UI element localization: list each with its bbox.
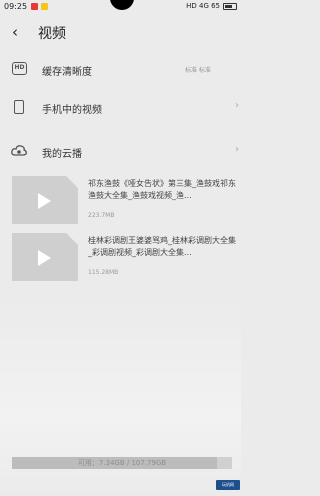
storage-bar: 可用：7.34GB / 107.79GB [12, 457, 232, 469]
camera-notch [110, 0, 134, 10]
cache-quality-value: 标准 标准 [185, 67, 211, 74]
battery-icon [223, 2, 237, 10]
video-thumbnail [12, 176, 78, 224]
phone-videos-row[interactable]: 手机中的视频 › [0, 96, 241, 120]
cloud-row[interactable]: 我的云播 › [0, 140, 241, 164]
chevron-right-icon: › [235, 144, 239, 155]
cloud-label: 我的云播 [42, 149, 82, 160]
notification-icon [31, 3, 38, 10]
page-title: 视频 [38, 26, 66, 42]
play-icon [38, 250, 51, 266]
watermark-logo: 玩机网 [216, 480, 240, 490]
video-item[interactable]: 桂林彩调剧王婆婆骂鸡_桂林彩调剧大全集_彩调剧视频_彩调剧大全集... 115.… [0, 233, 241, 289]
cache-quality-row[interactable]: HD 缓存清晰度 标准 标准 [0, 58, 241, 82]
notification-icon [41, 3, 48, 10]
play-icon [38, 193, 51, 209]
video-title: 祁东渔鼓《哑女告状》第三集_渔鼓戏祁东渔鼓大全集_渔鼓戏视频_渔... [88, 179, 236, 200]
video-item[interactable]: 祁东渔鼓《哑女告状》第三集_渔鼓戏祁东渔鼓大全集_渔鼓戏视频_渔... 223.… [0, 176, 241, 232]
status-indicators: HD 4G 65 [186, 2, 237, 10]
cache-quality-label: 缓存清晰度 [42, 67, 92, 78]
phone-videos-label: 手机中的视频 [42, 105, 102, 116]
status-right-text: HD 4G 65 [186, 2, 220, 10]
phone-icon [14, 100, 24, 114]
status-bar: 09:25 HD 4G 65 [0, 0, 241, 14]
back-arrow-icon[interactable]: ‹ [12, 23, 18, 41]
storage-text: 可用：7.34GB / 107.79GB [77, 459, 167, 467]
status-time: 09:25 [4, 2, 28, 11]
video-size: 223.7MB [88, 212, 115, 219]
hd-icon: HD [12, 62, 27, 75]
video-size: 115.28MB [88, 269, 119, 276]
video-thumbnail [12, 233, 78, 281]
chevron-right-icon: › [235, 100, 239, 111]
video-title: 桂林彩调剧王婆婆骂鸡_桂林彩调剧大全集_彩调剧视频_彩调剧大全集... [88, 236, 236, 257]
nav-bar: ‹ 视频 [0, 18, 241, 46]
cloud-icon [11, 145, 27, 156]
